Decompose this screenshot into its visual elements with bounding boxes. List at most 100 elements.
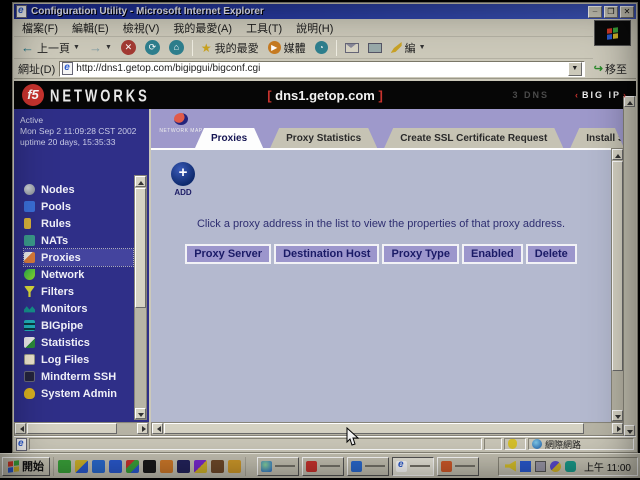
history-button[interactable]: ◔ xyxy=(312,40,331,55)
tray-icon[interactable] xyxy=(550,461,561,472)
taskbar-window-button-active[interactable] xyxy=(392,457,434,476)
sidebar-item-log-files[interactable]: Log Files xyxy=(24,351,133,368)
home-icon: ⌂ xyxy=(169,40,184,55)
quick-launch-icon[interactable] xyxy=(126,460,139,473)
print-button[interactable] xyxy=(365,42,385,54)
address-dropdown-icon[interactable]: ▼ xyxy=(568,62,582,76)
menu-view[interactable]: 檢視(V) xyxy=(123,20,160,36)
scroll-down-icon[interactable] xyxy=(612,410,623,421)
taskbar-window-button[interactable] xyxy=(302,457,344,476)
taskbar-window-button[interactable] xyxy=(347,457,389,476)
menu-tools[interactable]: 工具(T) xyxy=(246,20,282,36)
mail-button[interactable] xyxy=(342,42,362,54)
minimize-button[interactable] xyxy=(588,6,602,18)
scroll-down-icon[interactable] xyxy=(135,408,146,419)
menu-help[interactable]: 說明(H) xyxy=(296,20,333,36)
back-label: 上一頁 xyxy=(37,40,70,56)
media-button[interactable]: ▶ 媒體 xyxy=(265,39,309,57)
sidebar-horizontal-scrollbar[interactable] xyxy=(14,422,149,436)
sidebar-item-mindterm-ssh[interactable]: Mindterm SSH xyxy=(24,368,133,385)
sidebar-item-bigpipe[interactable]: BIGpipe xyxy=(24,317,133,334)
quick-launch-icon[interactable] xyxy=(75,460,88,473)
maximize-button[interactable] xyxy=(604,6,618,18)
zone-shield-icon xyxy=(508,439,517,449)
quick-launch-icon[interactable] xyxy=(160,460,173,473)
scroll-up-icon[interactable] xyxy=(612,149,623,160)
sidebar-item-filters[interactable]: Filters xyxy=(24,283,133,300)
start-button[interactable]: 開始 xyxy=(2,457,50,476)
sidebar-item-nodes[interactable]: Nodes xyxy=(24,181,133,198)
refresh-button[interactable]: ⟳ xyxy=(142,39,163,56)
sidebar-item-monitors[interactable]: Monitors xyxy=(24,300,133,317)
content-horizontal-scrollbar[interactable] xyxy=(151,422,624,436)
sidebar-item-nats[interactable]: NATs xyxy=(24,232,133,249)
favorites-button[interactable]: ★ 我的最愛 xyxy=(198,39,262,57)
go-arrow-icon: ↪ xyxy=(594,62,603,75)
status-datetime: Mon Sep 2 11:09:28 CST 2002 xyxy=(20,126,145,137)
tab-create-ssl-certificate-request[interactable]: Create SSL Certificate Request xyxy=(384,128,563,148)
scrollbar-thumb[interactable] xyxy=(612,161,623,371)
tray-icon[interactable] xyxy=(520,461,531,472)
tab-install-ssl-certificate[interactable]: Install SSL Certifi xyxy=(570,128,624,148)
tray-icon[interactable] xyxy=(565,461,576,472)
window-vertical-scrollbar[interactable] xyxy=(623,96,636,436)
sidebar-item-pools[interactable]: Pools xyxy=(24,198,133,215)
sidebar-item-system-admin[interactable]: System Admin xyxy=(24,385,133,402)
tray-icon[interactable] xyxy=(535,461,546,472)
quick-launch-icon[interactable] xyxy=(177,460,190,473)
menu-edit[interactable]: 編輯(E) xyxy=(72,20,109,36)
sidebar-item-proxies[interactable]: Proxies xyxy=(24,249,133,266)
scroll-down-icon[interactable] xyxy=(624,425,635,436)
address-input[interactable] xyxy=(76,63,565,74)
quick-launch-icon[interactable] xyxy=(228,460,241,473)
close-button[interactable] xyxy=(620,6,634,18)
quick-launch-icon[interactable] xyxy=(143,460,156,473)
scroll-left-icon[interactable] xyxy=(15,423,26,434)
quick-launch-icon[interactable] xyxy=(211,460,224,473)
taskbar-buttons xyxy=(257,457,479,476)
scrollbar-thumb[interactable] xyxy=(135,188,146,308)
taskbar-window-button[interactable] xyxy=(437,457,479,476)
label-bigip: BIG IP xyxy=(575,90,628,100)
mouse-cursor xyxy=(346,427,359,446)
sidebar-item-statistics[interactable]: Statistics xyxy=(24,334,133,351)
add-icon[interactable]: + xyxy=(171,162,195,186)
start-label: 開始 xyxy=(22,458,44,474)
tab-proxy-statistics[interactable]: Proxy Statistics xyxy=(270,128,377,148)
taskbar-window-button[interactable] xyxy=(257,457,299,476)
forward-button[interactable]: → ▼ xyxy=(86,39,115,56)
window-icon xyxy=(306,461,317,472)
back-dropdown-icon[interactable]: ▼ xyxy=(73,44,80,51)
edit-dropdown-icon[interactable]: ▼ xyxy=(419,44,426,51)
scroll-right-icon[interactable] xyxy=(137,423,148,434)
sidebar-item-network[interactable]: Network xyxy=(24,266,133,283)
scroll-right-icon[interactable] xyxy=(612,423,623,434)
window-title: Configuration Utility - Microsoft Intern… xyxy=(31,6,264,17)
quick-launch-icon[interactable] xyxy=(58,460,71,473)
scroll-left-icon[interactable] xyxy=(152,423,163,434)
sidebar-vertical-scrollbar[interactable] xyxy=(134,175,147,420)
stop-button[interactable]: ✕ xyxy=(118,39,139,56)
media-label: 媒體 xyxy=(284,40,306,56)
scrollbar-thumb[interactable] xyxy=(27,423,117,434)
edit-button[interactable]: 編 ▼ xyxy=(388,39,429,57)
volume-icon[interactable] xyxy=(505,461,516,472)
system-tray: 上午 11:00 xyxy=(498,457,638,476)
quick-launch-icon[interactable] xyxy=(109,460,122,473)
scrollbar-thumb[interactable] xyxy=(164,423,584,434)
address-field-frame: ▼ xyxy=(59,61,585,77)
tab-proxies[interactable]: Proxies xyxy=(195,128,263,148)
scroll-up-icon[interactable] xyxy=(135,176,146,187)
add-proxy-button[interactable]: + ADD xyxy=(169,162,197,197)
menu-favorites[interactable]: 我的最愛(A) xyxy=(173,20,232,36)
go-button[interactable]: ↪ 移至 xyxy=(589,60,632,78)
back-button[interactable]: ← 上一頁 ▼ xyxy=(18,39,83,57)
sidebar-item-rules[interactable]: Rules xyxy=(24,215,133,232)
menu-file[interactable]: 檔案(F) xyxy=(22,20,58,36)
quick-launch-icon[interactable] xyxy=(92,460,105,473)
home-button[interactable]: ⌂ xyxy=(166,39,187,56)
forward-dropdown-icon[interactable]: ▼ xyxy=(105,44,112,51)
history-icon: ◔ xyxy=(315,41,328,54)
quick-launch-icon[interactable] xyxy=(194,460,207,473)
title-bar[interactable]: Configuration Utility - Microsoft Intern… xyxy=(14,4,636,19)
